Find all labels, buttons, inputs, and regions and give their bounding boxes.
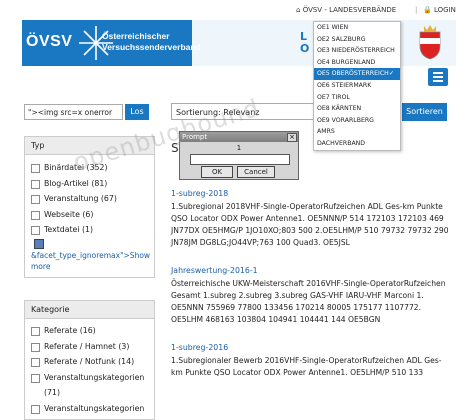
region-item[interactable]: DACHVERBAND — [314, 138, 400, 150]
facet-kategorie: Kategorie Referate (16) Referate / Hamnet… — [24, 300, 155, 420]
site-link[interactable]: ⌂ ÖVSV - LANDESVERBÄNDE — [296, 6, 396, 14]
org-name-line1: Österreichischer — [102, 31, 170, 41]
home-icon: ⌂ — [296, 6, 301, 14]
facet-checkbox[interactable] — [31, 226, 40, 235]
facet-option[interactable]: Veranstaltungskategorien — [25, 370, 154, 386]
region-dropdown: OE1 WIEN OE2 SALZBURG OE3 NIEDERÖSTERREICH… — [313, 21, 401, 151]
facet-option[interactable]: (71) — [25, 385, 154, 401]
facet-option-label: Veranstaltung (67) — [44, 194, 117, 203]
top-bar: ⌂ ÖVSV - LANDESVERBÄNDE | 🔒 LOGIN — [296, 4, 474, 18]
region-item[interactable]: OE3 NIEDERÖSTERREICH — [314, 45, 400, 57]
region-item[interactable]: OE2 SALZBURG — [314, 34, 400, 46]
search-button[interactable]: Los — [125, 104, 149, 120]
region-item-label: OE6 STEIERMARK — [317, 81, 372, 89]
region-item[interactable]: OE7 TIROL — [314, 92, 400, 104]
facet-option[interactable]: Webseite (6) — [25, 207, 154, 223]
result-title-link[interactable]: 1-subreg-2018 — [171, 188, 453, 200]
region-item[interactable]: OE6 STEIERMARK — [314, 80, 400, 92]
facet-option-label: (71) — [44, 388, 61, 397]
facet-option-label: Referate / Hamnet (3) — [44, 341, 130, 351]
topbar-separator: | — [415, 6, 418, 14]
brand-text: ÖVSV — [26, 33, 73, 50]
search-result: 1-subreg-2016 1.Subregionaler Bewerb 2016… — [171, 342, 453, 379]
region-item-label: OE7 TIROL — [317, 93, 350, 101]
facet-option-label: Referate (16) — [44, 326, 96, 335]
facet-option[interactable]: Referate / Hamnet (3) — [25, 339, 154, 355]
region-item-label: DACHVERBAND — [317, 139, 366, 147]
facet-option-label: Webseite (6) — [44, 209, 94, 219]
facet-checkbox[interactable] — [31, 342, 40, 352]
facet-option-label: Veranstaltungskategorien — [44, 372, 145, 382]
facet-option-label: Veranstaltungskategorien — [44, 403, 145, 413]
check-icon: ✓ — [388, 70, 394, 78]
region-item[interactable]: AMRS — [314, 126, 400, 138]
search-result: Jahreswertung-2016-1 Österreichische UKW-… — [171, 265, 453, 326]
dialog-cancel-button[interactable]: Cancel — [237, 166, 275, 178]
region-item[interactable]: OE5 OBERÖSTERREICH ✓ — [314, 68, 400, 80]
region-item-label: OE5 OBERÖSTERREICH — [317, 70, 389, 78]
facet-checkbox[interactable] — [31, 164, 40, 173]
dialog-close-button[interactable]: × — [287, 133, 297, 142]
facet-option-label: Blog-Artikel (81) — [44, 178, 108, 188]
result-snippet: 1.Subregionaler Bewerb 2016VHF-Single-Op… — [171, 356, 442, 377]
header-partial-text-2: O — [300, 42, 310, 55]
facet-checkbox[interactable] — [31, 179, 40, 189]
facet-option[interactable]: Textdatei (1) — [25, 222, 154, 238]
show-more-link[interactable]: &facet_type_ignoremax">Show more — [25, 250, 150, 272]
facet-checkbox[interactable] — [31, 210, 40, 220]
login-link[interactable]: 🔒 LOGIN — [423, 6, 456, 14]
region-item-label: OE4 BURGENLAND — [317, 58, 376, 66]
region-item[interactable]: OE1 WIEN — [314, 22, 400, 34]
facet-checkbox[interactable] — [31, 327, 40, 336]
broken-image-icon — [34, 238, 44, 249]
facet-option-label: Referate / Notfunk (14) — [44, 357, 135, 366]
region-item-label: OE1 WIEN — [317, 24, 349, 31]
region-item[interactable]: OE8 KÄRNTEN — [314, 103, 400, 115]
search-result: 1-subreg-2018 1.Subregional 2018VHF-Singl… — [171, 188, 453, 249]
facet-option-label: Textdatei (1) — [44, 225, 94, 234]
menu-button[interactable] — [428, 68, 448, 86]
facet-option[interactable]: Blog-Artikel (81) — [25, 176, 154, 192]
facet-checkbox[interactable] — [31, 195, 40, 204]
facet-kategorie-heading: Kategorie — [25, 301, 154, 319]
facet-checkbox[interactable] — [31, 404, 40, 414]
lock-icon: 🔒 — [423, 6, 432, 14]
region-item-label: OE3 NIEDERÖSTERREICH — [317, 47, 395, 55]
facet-option[interactable]: Veranstaltung (67) — [25, 191, 154, 207]
search-input[interactable]: "><img src=x onerror — [24, 104, 123, 120]
facet-option[interactable]: Referate / Notfunk (14) — [25, 354, 154, 370]
result-snippet: 1.Subregional 2018VHF-Single-OperatorRuf… — [171, 202, 449, 247]
close-icon: × — [289, 133, 295, 141]
dialog-message: 1 — [236, 144, 242, 152]
result-snippet: Österreichische UKW-Meisterschaft 2016VH… — [171, 279, 446, 324]
results-list: 1-subreg-2018 1.Subregional 2018VHF-Singl… — [171, 188, 453, 395]
region-item[interactable]: OE9 VORARLBERG — [314, 115, 400, 127]
region-item-label: OE8 KÄRNTEN — [317, 105, 362, 113]
region-item-label: OE2 SALZBURG — [317, 35, 366, 43]
site-logo[interactable]: ÖVSV Österreichischer Versuchssenderverb… — [22, 20, 201, 66]
facet-checkbox[interactable] — [31, 358, 40, 367]
dialog-input[interactable] — [190, 154, 290, 165]
facet-checkbox[interactable] — [31, 373, 40, 383]
region-item[interactable]: OE4 BURGENLAND — [314, 57, 400, 69]
result-title-link[interactable]: Jahreswertung-2016-1 — [171, 265, 453, 277]
dialog-ok-button[interactable]: OK — [201, 166, 233, 178]
org-name-line2: Versuchssenderverband — [102, 42, 201, 52]
sort-button[interactable]: Sortieren — [402, 103, 447, 121]
region-item-label: AMRS — [317, 128, 335, 136]
region-item-label: OE9 VORARLBERG — [317, 116, 374, 124]
result-title-link[interactable]: 1-subreg-2016 — [171, 342, 453, 354]
coat-of-arms-icon — [419, 25, 441, 60]
facet-option[interactable]: Referate (16) — [25, 323, 154, 339]
